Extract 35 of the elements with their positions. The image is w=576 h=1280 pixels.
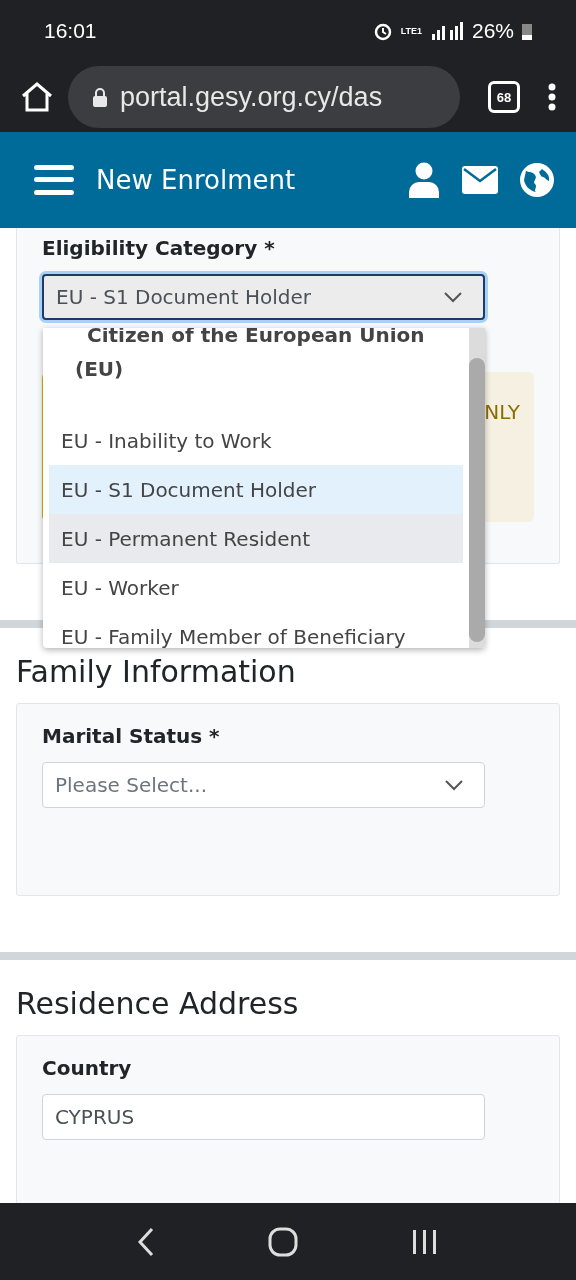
chevron-down-icon bbox=[443, 291, 463, 303]
tab-count[interactable]: 68 bbox=[488, 81, 520, 113]
globe-icon[interactable] bbox=[520, 163, 554, 197]
battery-icon bbox=[522, 22, 532, 40]
dropdown-option[interactable]: EU - S1 Document Holder bbox=[49, 465, 463, 514]
dropdown-option[interactable]: EU - Permanent Resident bbox=[49, 514, 463, 563]
section-title: Residence Address bbox=[16, 986, 300, 1021]
mail-icon[interactable] bbox=[462, 166, 498, 194]
user-icon[interactable] bbox=[408, 162, 440, 198]
dropdown-option[interactable]: EU - Worker bbox=[49, 563, 463, 612]
dropdown-option[interactable]: EU - Family Member of Beneficiary bbox=[49, 612, 463, 648]
field-label: Marital Status * bbox=[42, 724, 221, 748]
home-icon[interactable] bbox=[20, 81, 54, 113]
input-field[interactable]: CYPRUS bbox=[42, 1094, 485, 1140]
select-field[interactable]: Please Select... bbox=[42, 762, 485, 808]
clock-time: 16:01 bbox=[44, 19, 97, 43]
chevron-down-icon bbox=[444, 779, 464, 791]
section-title: Family Information bbox=[16, 654, 297, 689]
notice-text: NLY bbox=[484, 400, 520, 426]
field-label: Country bbox=[42, 1056, 133, 1080]
address-bar[interactable]: portal.gesy.org.cy/das bbox=[68, 66, 460, 128]
page-title: New Enrolment bbox=[96, 165, 297, 195]
network-label: LTE1 bbox=[400, 26, 422, 36]
home-button-icon[interactable] bbox=[268, 1226, 298, 1257]
field-label: Eligibility Category * bbox=[42, 236, 276, 260]
select-field[interactable]: EU - S1 Document Holder bbox=[42, 274, 485, 320]
scrollbar-thumb[interactable] bbox=[469, 358, 485, 642]
lock-icon bbox=[92, 87, 108, 107]
dropdown-option[interactable]: EU - Inability to Work bbox=[49, 416, 463, 465]
battery-percent: 26% bbox=[471, 19, 514, 43]
signal-icon bbox=[429, 21, 464, 41]
alarm-icon bbox=[372, 21, 393, 41]
more-icon[interactable] bbox=[548, 83, 556, 111]
menu-icon[interactable] bbox=[34, 164, 74, 196]
back-icon[interactable] bbox=[136, 1226, 155, 1257]
